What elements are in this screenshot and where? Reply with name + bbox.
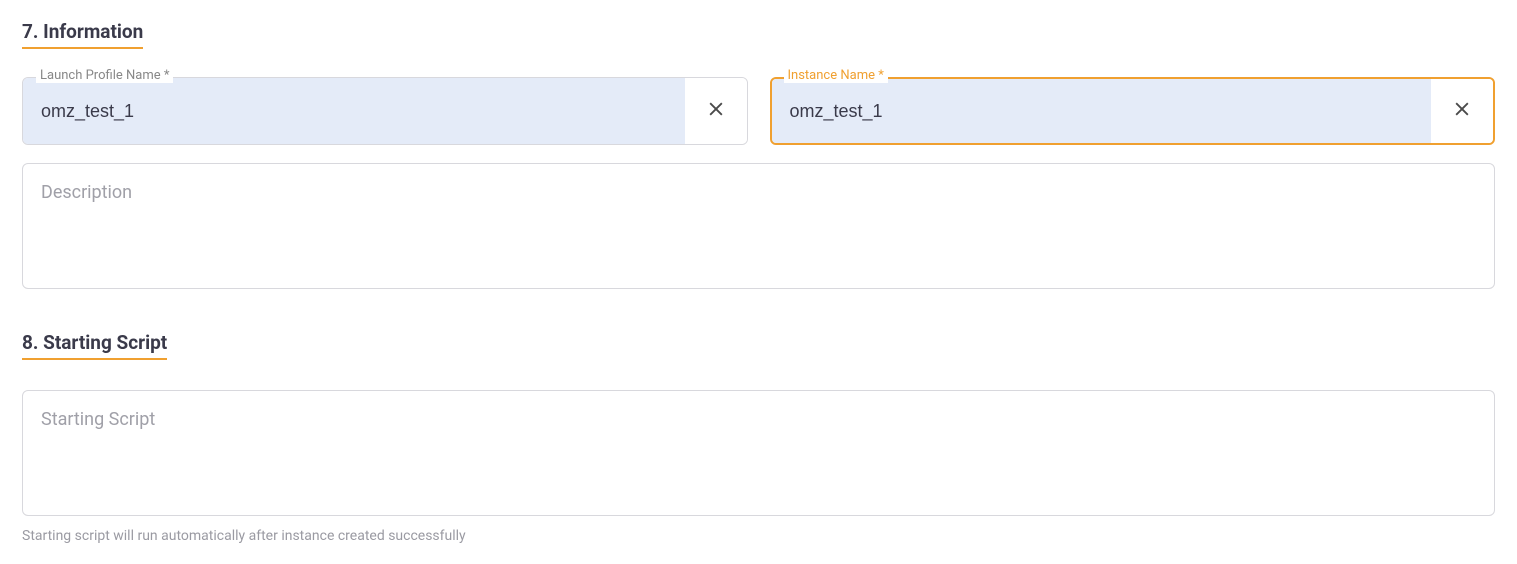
launch-profile-field: Launch Profile Name * <box>22 77 748 145</box>
description-input[interactable] <box>22 163 1495 289</box>
close-icon <box>1452 99 1472 123</box>
launch-profile-label: Launch Profile Name * <box>36 68 173 83</box>
instance-name-input[interactable] <box>772 79 1432 143</box>
launch-profile-input-box <box>22 77 748 145</box>
starting-script-helper: Starting script will run automatically a… <box>22 528 1495 544</box>
name-fields-row: Launch Profile Name * Instance Name * <box>22 77 1495 145</box>
launch-profile-input[interactable] <box>23 78 685 144</box>
section-title-information: 7. Information <box>22 20 143 49</box>
instance-name-clear-button[interactable] <box>1431 79 1493 143</box>
section-title-starting-script: 8. Starting Script <box>22 331 167 360</box>
description-field <box>22 163 1495 293</box>
instance-name-input-box <box>770 77 1496 145</box>
section-information: 7. Information Launch Profile Name * Ins… <box>22 20 1495 293</box>
starting-script-input[interactable] <box>22 390 1495 516</box>
section-starting-script: 8. Starting Script Starting script will … <box>22 331 1495 544</box>
launch-profile-clear-button[interactable] <box>685 78 747 144</box>
close-icon <box>706 99 726 123</box>
instance-name-field: Instance Name * <box>770 77 1496 145</box>
instance-name-label: Instance Name * <box>784 68 888 83</box>
starting-script-field: Starting script will run automatically a… <box>22 390 1495 544</box>
